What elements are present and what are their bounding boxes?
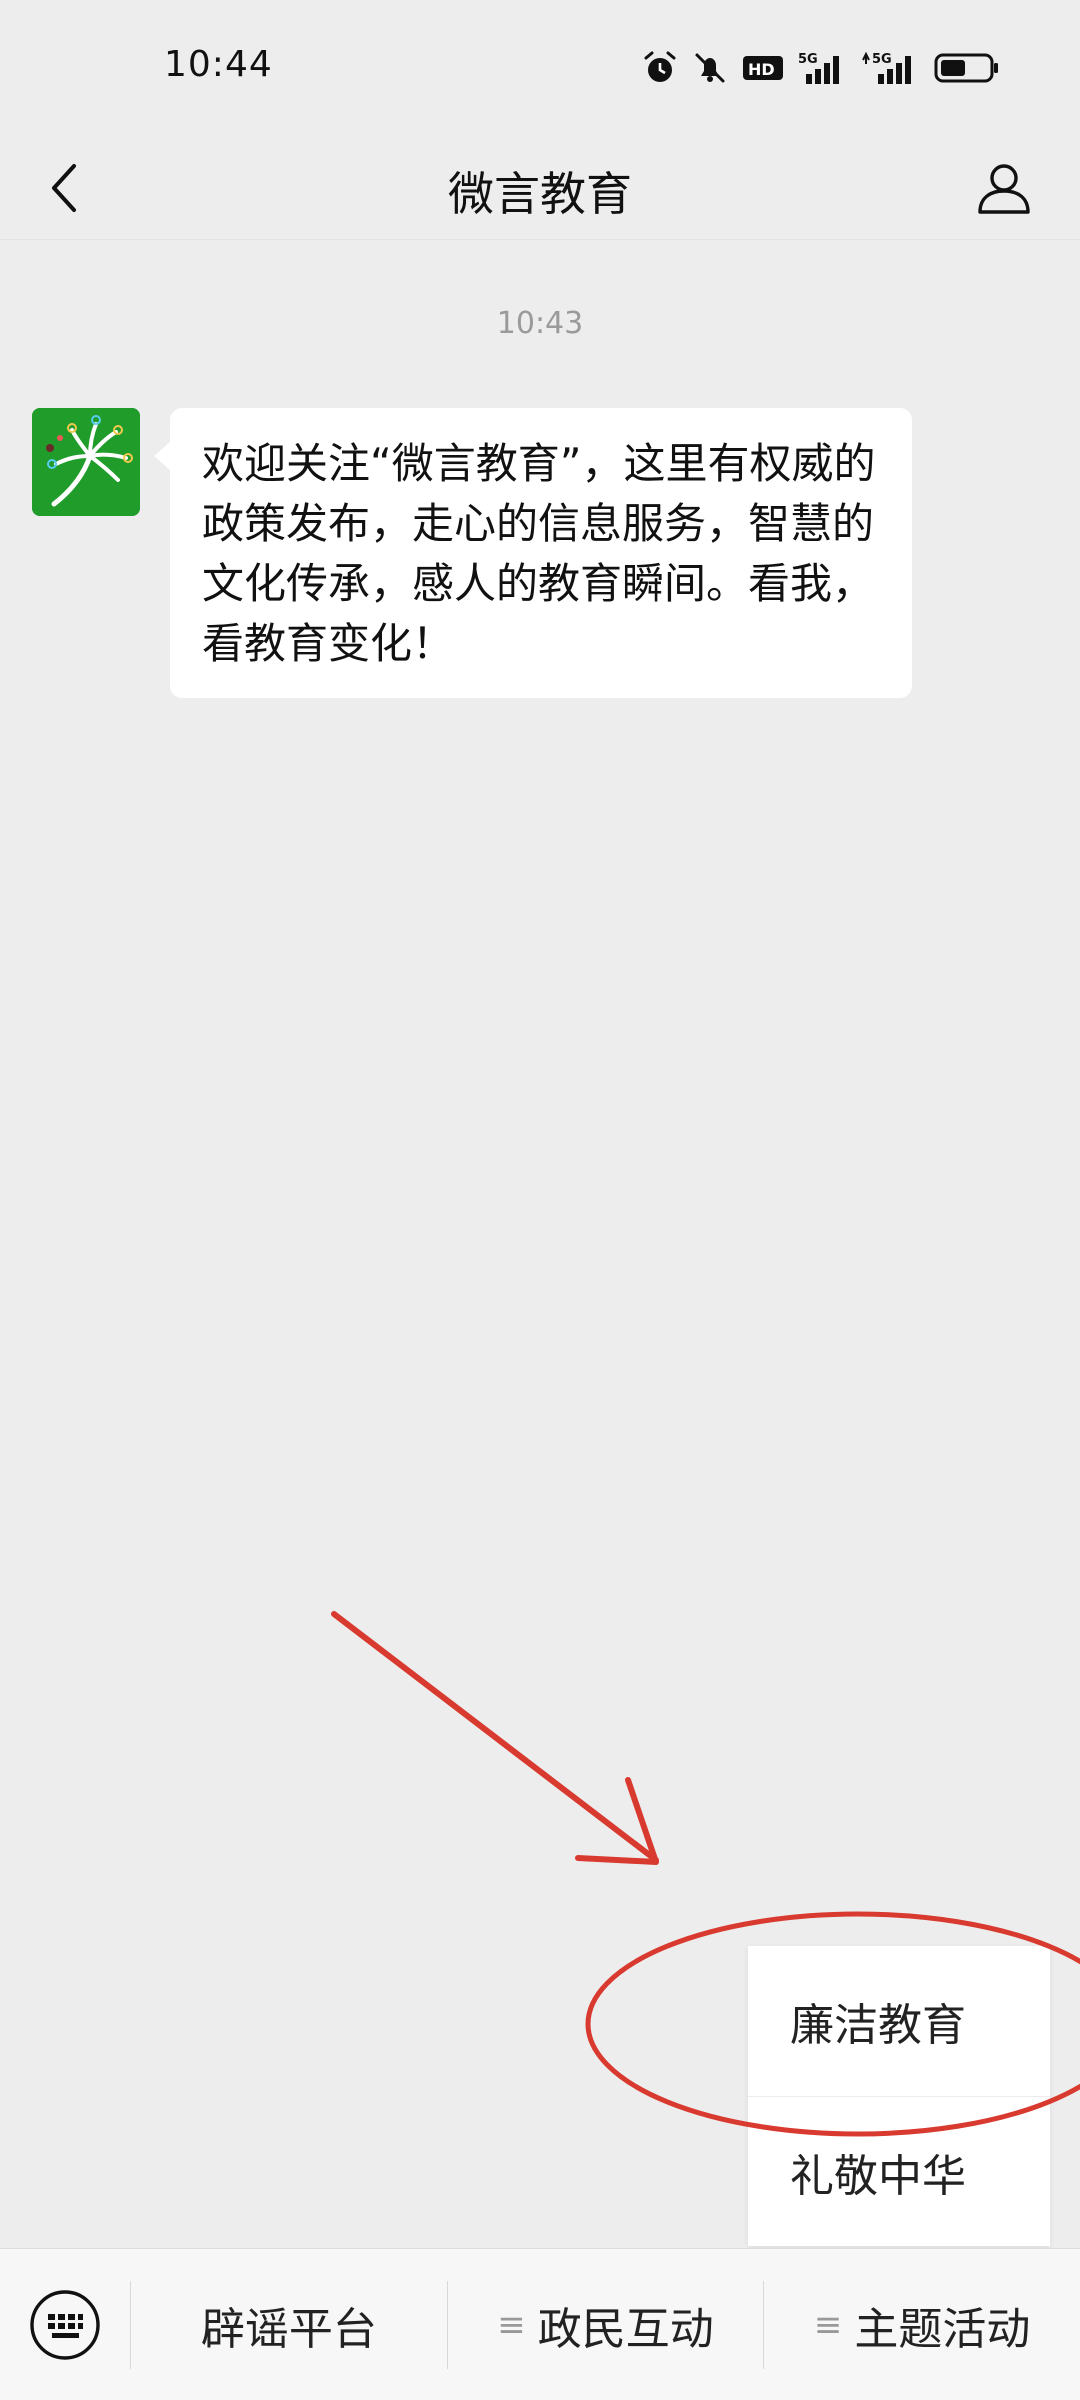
menu-item-theme-activities[interactable]: ≡ 主题活动 [764,2249,1080,2400]
signal-5g-icon: 5G [798,50,846,86]
annotation-arrow-head [575,1777,659,1865]
submenu-item-label: 礼敬中华 [790,2150,966,2202]
menu-item-label: 主题活动 [854,2303,1031,2355]
account-avatar[interactable] [32,408,140,516]
message-text: 欢迎关注“微言教育”，这里有权威的政策发布，走心的信息服务，智慧的文化传承，感人… [202,439,876,668]
page-title: 微言教育 [448,167,632,221]
menu-item-public-interaction[interactable]: ≡ 政民互动 [448,2249,764,2400]
alarm-icon [642,50,678,86]
nav-bar: 微言教育 [0,136,1080,240]
screen: 10:44 HD 5G 5G 微言教育 10:43 欢迎关注“微言教育”，这里有… [0,0,1080,2400]
hd-icon: HD [742,53,784,83]
status-bar: 10:44 HD 5G 5G [0,0,1080,136]
bell-muted-icon [692,50,728,86]
submenu-item-label: 廉洁教育 [790,2000,966,2051]
submenu-item-integrity-education[interactable]: 廉洁教育 [748,1946,1050,2096]
status-time: 10:44 [164,44,273,85]
submenu-item-chinese-culture[interactable]: 礼敬中华 [748,2096,1050,2246]
svg-text:5G: 5G [798,52,818,67]
svg-text:HD: HD [748,60,775,79]
dandelion-logo-icon [32,408,140,516]
keyboard-icon [30,2289,100,2360]
submenu-popup: 廉洁教育 礼敬中华 [748,1946,1050,2246]
menu-item-rumor-platform[interactable]: 辟谣平台 [131,2249,447,2400]
signal-5g-icon: 5G [860,50,920,86]
battery-icon [934,52,1000,84]
bottom-menu-bar: 辟谣平台 ≡ 政民互动 ≡ 主题活动 [0,2248,1080,2400]
person-icon [978,164,1030,214]
status-icons: HD 5G 5G [642,48,1000,88]
svg-text:5G: 5G [872,52,892,67]
submenu-indicator-icon: ≡ [813,2304,843,2345]
annotation-arrow-shaft [331,1611,659,1863]
keyboard-toggle-button[interactable] [0,2249,130,2400]
profile-button[interactable] [964,148,1044,228]
menu-item-label: 政民互动 [537,2303,714,2355]
menu-item-label: 辟谣平台 [200,2303,377,2355]
message-timestamp: 10:43 [496,306,584,341]
message-bubble[interactable]: 欢迎关注“微言教育”，这里有权威的政策发布，走心的信息服务，智慧的文化传承，感人… [154,408,912,698]
submenu-indicator-icon: ≡ [497,2304,526,2345]
